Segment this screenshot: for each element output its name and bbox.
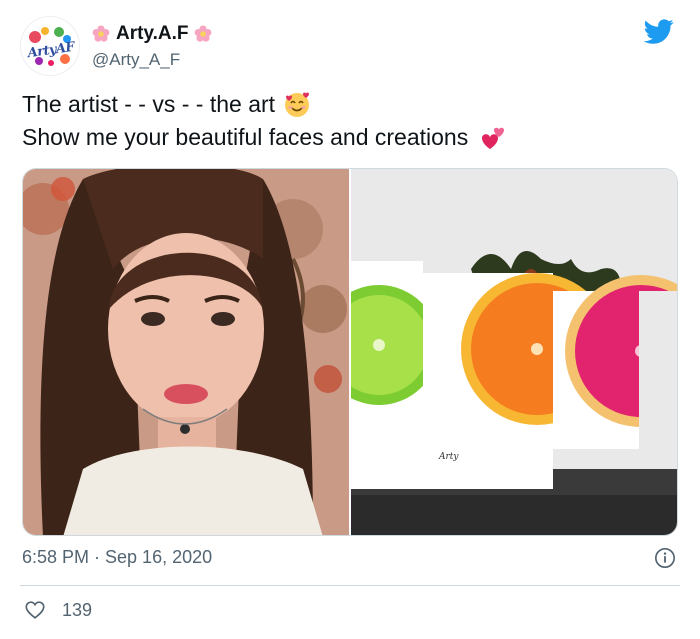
- user-handle[interactable]: @Arty_A_F: [92, 50, 212, 70]
- tweet-text: The artist - - vs - - the art Show me yo…: [22, 88, 682, 154]
- user-block[interactable]: Arty.A.F @Arty_A_F: [92, 22, 212, 70]
- display-name-row: Arty.A.F: [92, 22, 212, 46]
- tweet-text-line: Show me your beautiful faces and creatio…: [22, 121, 682, 154]
- like-action[interactable]: 139: [24, 599, 92, 621]
- citrus-art-photo[interactable]: Arty: [351, 169, 677, 535]
- smiling-face-with-hearts-emoji-icon: [285, 92, 310, 117]
- selfie-photo[interactable]: [23, 169, 349, 535]
- avatar[interactable]: ArtyAF: [20, 16, 80, 76]
- citrus-art-image: Arty: [351, 169, 677, 535]
- two-hearts-emoji-icon: [482, 127, 505, 149]
- signature: Arty: [438, 452, 459, 462]
- selfie-image: [23, 169, 349, 535]
- timestamp[interactable]: 6:58 PM · Sep 16, 2020: [22, 547, 212, 568]
- tweet-text-line: The artist - - vs - - the art: [22, 88, 682, 121]
- like-count: 139: [62, 599, 93, 620]
- divider: [20, 585, 680, 586]
- tweet-media[interactable]: Arty: [22, 168, 678, 536]
- info-icon[interactable]: [654, 547, 676, 569]
- tweet-header: ArtyAF Arty.A.F @Arty_A_F: [20, 16, 680, 78]
- flower-emoji-icon: [92, 25, 110, 42]
- twitter-bird-icon[interactable]: [644, 16, 674, 46]
- tweet-text-line-2: Show me your beautiful faces and creatio…: [22, 124, 469, 150]
- flower-emoji-icon: [195, 25, 212, 42]
- heart-icon[interactable]: [24, 599, 46, 621]
- display-name[interactable]: Arty.A.F: [116, 23, 188, 45]
- tweet-text-line-1: The artist - - vs - - the art: [22, 91, 276, 117]
